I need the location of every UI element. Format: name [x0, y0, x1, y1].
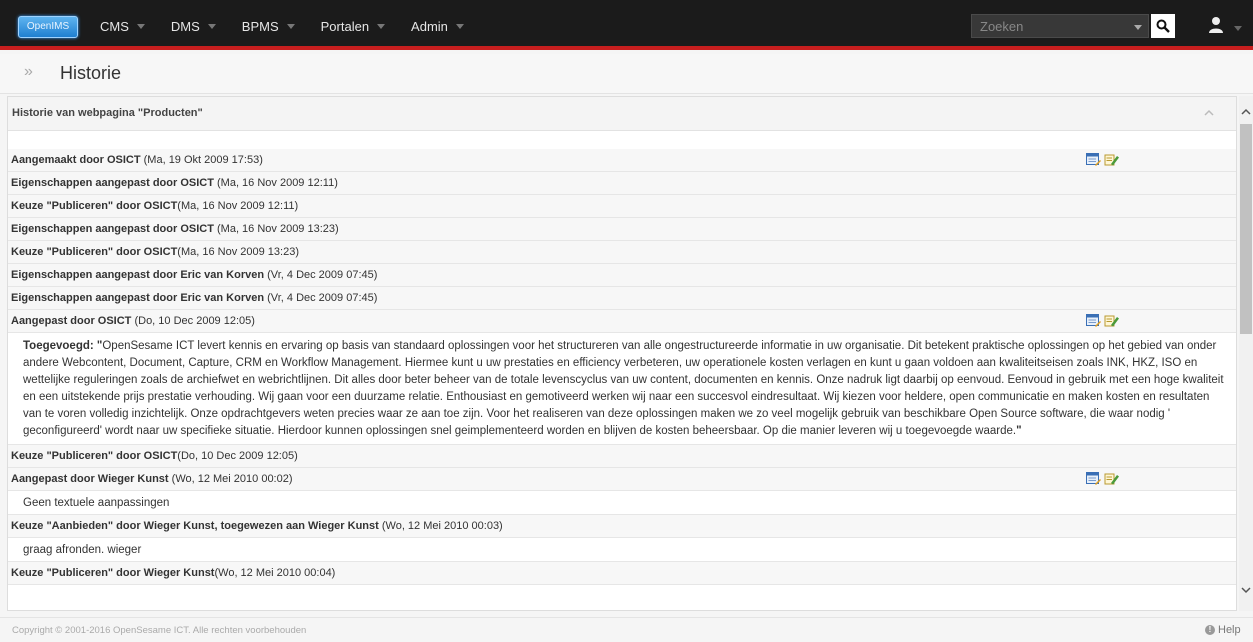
- history-detail: Geen textuele aanpassingen: [8, 491, 1236, 515]
- page-header: » Historie: [0, 54, 1253, 94]
- compare-version-icon[interactable]: [1104, 472, 1119, 485]
- detail-text: OpenSesame ICT levert kennis en ervaring…: [23, 340, 1224, 437]
- expand-sidebar-icon[interactable]: »: [24, 63, 33, 81]
- history-row: Keuze "Publiceren" door OSICT(Do, 10 Dec…: [8, 445, 1236, 468]
- panel-header: Historie van webpagina "Producten": [8, 97, 1236, 131]
- view-version-icon[interactable]: [1086, 153, 1101, 166]
- chevron-down-icon: [455, 24, 464, 29]
- history-row: Keuze "Publiceren" door OSICT(Ma, 16 Nov…: [8, 241, 1236, 264]
- history-row: Keuze "Aanbieden" door Wieger Kunst, toe…: [8, 515, 1236, 538]
- panel-title: Historie van webpagina "Producten": [12, 107, 203, 119]
- history-row: Eigenschappen aangepast door Eric van Ko…: [8, 287, 1236, 310]
- history-row: Eigenschappen aangepast door OSICT (Ma, …: [8, 218, 1236, 241]
- history-timestamp: (Do, 10 Dec 2009 12:05): [131, 315, 255, 327]
- history-actor: Aangepast door Wieger Kunst: [11, 473, 169, 485]
- chevron-down-icon: [377, 24, 386, 29]
- history-row: Keuze "Publiceren" door OSICT(Ma, 16 Nov…: [8, 195, 1236, 218]
- main-menu: CMS DMS BPMS Portalen Admin: [100, 19, 490, 34]
- menu-portalen[interactable]: Portalen: [320, 19, 386, 34]
- menu-label: CMS: [100, 19, 129, 34]
- detail-text: Geen textuele aanpassingen: [23, 497, 170, 509]
- chevron-down-icon: [1234, 26, 1242, 31]
- menu-admin[interactable]: Admin: [411, 19, 464, 34]
- history-timestamp: (Ma, 16 Nov 2009 12:11): [213, 177, 338, 189]
- history-actor: Aangepast door OSICT: [11, 315, 132, 327]
- search-scope-dropdown-icon[interactable]: [1134, 25, 1142, 30]
- history-panel: Historie van webpagina "Producten" Aange…: [7, 96, 1237, 611]
- history-actor: Keuze "Publiceren" door OSICT: [11, 246, 178, 258]
- history-timestamp: (Ma, 16 Nov 2009 13:23): [213, 223, 339, 235]
- history-timestamp: (Wo, 12 Mei 2010 00:04): [214, 567, 336, 579]
- history-row: Aangepast door OSICT (Do, 10 Dec 2009 12…: [8, 310, 1236, 333]
- menu-label: Admin: [411, 19, 448, 34]
- search-icon: [1156, 19, 1170, 33]
- history-detail: Toegevoegd: "OpenSesame ICT levert kenni…: [8, 333, 1236, 445]
- user-icon: [1209, 17, 1223, 33]
- history-actor: Keuze "Aanbieden" door Wieger Kunst, toe…: [11, 520, 379, 532]
- menu-bpms[interactable]: BPMS: [242, 19, 295, 34]
- row-actions: [1086, 314, 1119, 327]
- openims-logo[interactable]: OpenIMS: [18, 16, 78, 38]
- compare-version-icon[interactable]: [1104, 314, 1119, 327]
- history-row: Keuze "Publiceren" door Wieger Kunst(Wo,…: [8, 562, 1236, 585]
- history-actor: Keuze "Publiceren" door OSICT: [11, 450, 178, 462]
- history-timestamp: (Ma, 16 Nov 2009 12:11): [177, 200, 299, 212]
- history-detail: graag afronden. wieger: [8, 538, 1236, 562]
- menu-dms[interactable]: DMS: [171, 19, 216, 34]
- history-actor: Keuze "Publiceren" door Wieger Kunst: [11, 567, 215, 579]
- history-actor: Eigenschappen aangepast door Eric van Ko…: [11, 292, 265, 304]
- menu-label: BPMS: [241, 19, 279, 34]
- history-row: Eigenschappen aangepast door OSICT (Ma, …: [8, 172, 1236, 195]
- user-menu-button[interactable]: [1208, 16, 1248, 38]
- detail-text: graag afronden. wieger: [23, 544, 142, 556]
- history-timestamp: (Wo, 12 Mei 2010 00:02): [168, 473, 293, 485]
- history-actor: Eigenschappen aangepast door OSICT: [11, 223, 214, 235]
- page-title: Historie: [60, 63, 122, 83]
- scroll-down-icon[interactable]: [1241, 586, 1251, 594]
- menu-label: DMS: [170, 19, 200, 34]
- row-actions: [1086, 472, 1119, 485]
- history-actor: Aangemaakt door OSICT: [11, 154, 141, 166]
- search-input[interactable]: [972, 15, 1122, 37]
- history-actor: Eigenschappen aangepast door Eric van Ko…: [11, 269, 265, 281]
- help-link[interactable]: ! Help: [1205, 624, 1241, 636]
- history-row: Aangepast door Wieger Kunst (Wo, 12 Mei …: [8, 468, 1236, 491]
- history-row: Aangemaakt door OSICT (Ma, 19 Okt 2009 1…: [8, 149, 1236, 172]
- copyright-text: Copyright © 2001-2016 OpenSesame ICT. Al…: [12, 625, 307, 636]
- chevron-down-icon: [207, 24, 216, 29]
- scroll-up-icon[interactable]: [1241, 108, 1251, 116]
- history-row: Eigenschappen aangepast door Eric van Ko…: [8, 264, 1236, 287]
- help-icon: !: [1205, 625, 1215, 635]
- detail-label: Toegevoegd:: [23, 340, 97, 352]
- scrollbar-thumb[interactable]: [1240, 124, 1252, 334]
- history-list: Aangemaakt door OSICT (Ma, 19 Okt 2009 1…: [8, 149, 1236, 585]
- menu-label: Portalen: [320, 19, 370, 34]
- quote-close: ": [1016, 425, 1022, 437]
- help-label: Help: [1218, 624, 1241, 636]
- history-timestamp: (Vr, 4 Dec 2009 07:45): [264, 269, 378, 281]
- history-timestamp: (Wo, 12 Mei 2010 00:03): [378, 520, 503, 532]
- row-actions: [1086, 153, 1119, 166]
- menu-cms[interactable]: CMS: [100, 19, 145, 34]
- collapse-chevron-up-icon[interactable]: [1202, 106, 1216, 120]
- history-timestamp: (Vr, 4 Dec 2009 07:45): [264, 292, 378, 304]
- history-timestamp: (Ma, 16 Nov 2009 13:23): [177, 246, 299, 258]
- search-button[interactable]: [1151, 14, 1175, 38]
- history-timestamp: (Do, 10 Dec 2009 12:05): [177, 450, 298, 462]
- view-version-icon[interactable]: [1086, 314, 1101, 327]
- top-navbar: OpenIMS CMS DMS BPMS Portalen Admin: [0, 0, 1253, 50]
- footer: Copyright © 2001-2016 OpenSesame ICT. Al…: [0, 617, 1253, 642]
- search-box: [971, 14, 1149, 38]
- compare-version-icon[interactable]: [1104, 153, 1119, 166]
- history-timestamp: (Ma, 19 Okt 2009 17:53): [140, 154, 263, 166]
- history-actor: Keuze "Publiceren" door OSICT: [11, 200, 178, 212]
- view-version-icon[interactable]: [1086, 472, 1101, 485]
- history-actor: Eigenschappen aangepast door OSICT: [11, 177, 214, 189]
- scrollbar[interactable]: [1239, 96, 1253, 611]
- chevron-down-icon: [136, 24, 145, 29]
- chevron-down-icon: [286, 24, 295, 29]
